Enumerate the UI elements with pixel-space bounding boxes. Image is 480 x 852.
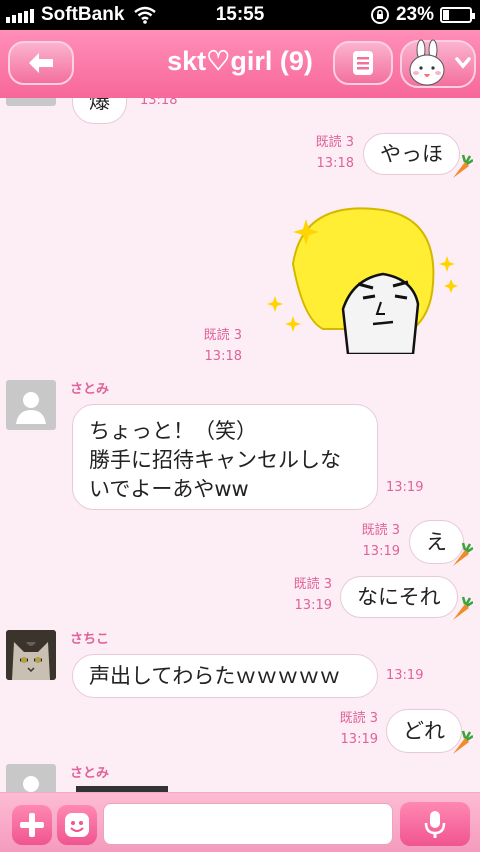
list-icon <box>353 51 373 75</box>
message-time: 13:19 <box>340 732 378 747</box>
message-time: 13:19 <box>362 544 400 559</box>
read-receipt: 既読 3 13:19 <box>320 708 378 750</box>
carrot-icon <box>453 542 473 566</box>
read-count: 既読 3 <box>339 711 378 726</box>
sender-name: さとみ <box>70 382 110 397</box>
sticker-image[interactable] <box>263 204 463 354</box>
input-bar <box>0 792 480 852</box>
read-count: 既読 3 <box>361 523 400 538</box>
plus-icon <box>20 813 44 837</box>
message-time: 13:19 <box>294 598 332 613</box>
message-text: やっほ <box>380 142 443 166</box>
message-bubble[interactable]: 声出してわらたｗｗｗｗｗ <box>72 654 378 698</box>
default-avatar-icon <box>23 776 39 792</box>
read-receipt: 既読 3 13:18 <box>296 132 354 174</box>
message-time: 13:19 <box>386 668 424 683</box>
smiley-icon <box>65 813 89 837</box>
message-text: ちょっと！（笑） <box>89 419 257 443</box>
message-text: え <box>426 530 447 554</box>
message-bubble[interactable]: やっほ <box>363 133 460 175</box>
battery-icon <box>440 7 475 23</box>
microphone-icon <box>424 811 446 838</box>
carrot-icon <box>453 596 473 620</box>
carrot-icon <box>453 154 473 178</box>
message-time: 13:18 <box>140 98 178 108</box>
message-time: 13:19 <box>386 480 424 495</box>
friend-list-button[interactable] <box>400 39 476 88</box>
message-text: いでよーあやww <box>89 477 249 501</box>
sticker-button[interactable] <box>57 805 97 845</box>
arrow-left-icon <box>29 53 53 73</box>
read-receipt: 既読 3 13:18 <box>184 325 242 367</box>
message-bubble[interactable]: ちょっと！（笑） 勝手に招待キャンセルしな いでよーあやww <box>72 404 378 510</box>
default-avatar-icon <box>16 392 46 424</box>
read-count: 既読 3 <box>293 577 332 592</box>
message-text: 勝手に招待キャンセルしな <box>89 448 341 472</box>
message-bubble[interactable]: なにそれ <box>340 576 458 618</box>
bunny-icon <box>409 39 471 86</box>
message-time: 13:18 <box>204 349 242 364</box>
sender-name: さちこ <box>70 632 110 647</box>
chat-header: skt♡girl (9) <box>0 30 480 98</box>
sender-name: さとみ <box>70 766 110 781</box>
message-text: 爆 <box>89 98 110 113</box>
voice-button[interactable] <box>400 802 470 846</box>
avatar[interactable] <box>6 630 56 680</box>
message-input[interactable] <box>103 803 393 845</box>
avatar[interactable] <box>6 764 56 792</box>
read-receipt: 既読 3 13:19 <box>342 520 400 562</box>
back-button[interactable] <box>8 41 74 85</box>
message-text: どれ <box>403 719 445 743</box>
read-count: 既読 3 <box>315 135 354 150</box>
cat-photo <box>6 630 56 680</box>
avatar[interactable] <box>6 98 56 106</box>
avatar[interactable] <box>6 380 56 430</box>
add-button[interactable] <box>12 805 52 845</box>
message-bubble[interactable]: 爆 <box>72 98 127 124</box>
message-list[interactable]: 爆 13:18 既読 3 13:18 やっほ 既読 3 13:18 さとみ ちょ… <box>0 98 480 792</box>
message-text: なにそれ <box>357 585 441 609</box>
read-receipt: 既読 3 13:19 <box>274 574 332 616</box>
menu-button[interactable] <box>333 41 393 85</box>
battery-percent: 23% <box>395 4 434 25</box>
status-bar: SoftBank 15:55 23% <box>0 0 480 30</box>
message-time: 13:18 <box>316 156 354 171</box>
rotation-lock-icon <box>370 6 389 24</box>
read-count: 既読 3 <box>203 328 242 343</box>
carrot-icon <box>453 730 473 754</box>
message-text: 声出してわらたｗｗｗｗｗ <box>89 664 341 688</box>
